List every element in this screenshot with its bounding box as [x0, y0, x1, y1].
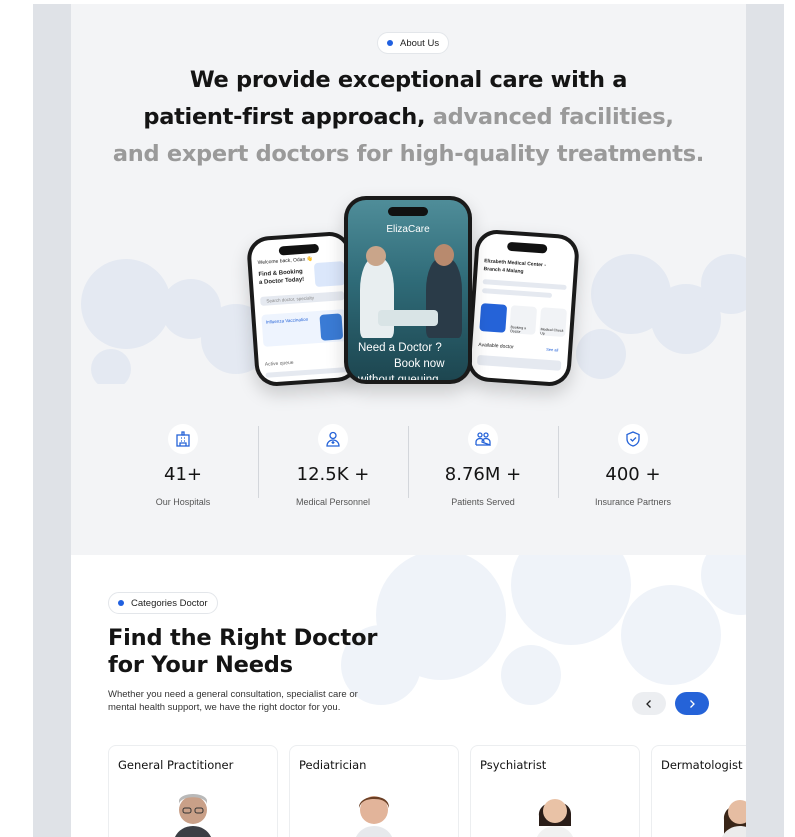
- headline-line-2-muted: advanced facilities,: [425, 104, 674, 130]
- stat-insurance-partners: 400 + Insurance Partners: [558, 424, 708, 514]
- doctor-portrait-image: [356, 796, 392, 837]
- card-title: General Practitioner: [118, 758, 234, 772]
- phone-notch: [278, 243, 320, 256]
- cta-line-1: Need a Doctor ?: [358, 342, 442, 354]
- stat-medical-personnel: 12.5K + Medical Personnel: [258, 424, 408, 514]
- badge-dot-icon: [387, 40, 393, 46]
- badge-dot-icon: [118, 600, 124, 606]
- phone-right-doctor-row: [476, 354, 562, 371]
- phone-left-queue-bar: [265, 366, 350, 378]
- phone-right-tab-1-label: Booking a Doctor: [510, 325, 527, 334]
- page-frame-right: [746, 4, 784, 837]
- doctor-category-card[interactable]: Psychiatrist: [470, 745, 640, 837]
- medical-personnel-icon: [318, 424, 348, 454]
- doctors-section-title: Find the Right Doctor for Your Needs: [108, 625, 377, 679]
- phone-right-screen: Elizabeth Medical Center - Branch 4 Mala…: [470, 232, 576, 384]
- phone-right-tab-2-label: Medical Check Up: [540, 327, 564, 336]
- doctor-head-image: [366, 246, 386, 266]
- about-us-badge: About Us: [377, 32, 450, 54]
- phone-right-info-bar: [481, 288, 553, 298]
- phone-mockup-center: ElizaCare Need a Doctor ? Book now witho…: [344, 196, 472, 384]
- phone-left-section-label: Active queue: [264, 359, 294, 368]
- doctor-category-card[interactable]: General Practitioner: [108, 745, 278, 837]
- phone-mockup-left: Welcome back, Odan 👋 Find & Booking a Do…: [245, 230, 361, 388]
- stat-value: 41+: [164, 464, 202, 485]
- decorative-background-shapes: [341, 555, 746, 705]
- categories-doctor-label: Categories Doctor: [131, 597, 208, 609]
- doctor-portrait-image: [722, 800, 746, 837]
- doctors-title-line-1: Find the Right Doctor: [108, 625, 378, 651]
- phone-right-title-2: Branch 4 Malang: [483, 266, 524, 275]
- phone-center-cta: Need a Doctor ? Book now without queuing: [358, 340, 445, 380]
- patient-head-image: [434, 244, 454, 266]
- app-name: ElizaCare: [386, 224, 430, 235]
- cta-line-3: without queuing: [358, 374, 439, 380]
- stat-label: Insurance Partners: [594, 497, 672, 507]
- about-us-label: About Us: [400, 37, 440, 49]
- patients-icon: [468, 424, 498, 454]
- about-headline: We provide exceptional care with a patie…: [71, 62, 746, 173]
- carousel-prev-button[interactable]: [632, 692, 666, 715]
- card-title: Psychiatrist: [480, 758, 547, 772]
- about-section: About Us We provide exceptional care wit…: [71, 4, 746, 555]
- phone-left-screen: Welcome back, Odan 👋 Find & Booking a Do…: [250, 234, 356, 384]
- chevron-right-icon: [690, 699, 695, 708]
- carousel-next-button[interactable]: [675, 692, 709, 715]
- stat-label: Patients Served: [451, 497, 515, 507]
- categories-doctor-badge: Categories Doctor: [108, 592, 218, 614]
- stats-row: 41+ Our Hospitals 12.5K + Medical Person…: [71, 424, 746, 524]
- headline-line-1: We provide exceptional care with a: [189, 67, 628, 93]
- app-showcase-phones: Welcome back, Odan 👋 Find & Booking a Do…: [245, 194, 581, 388]
- phone-mockup-right: Elizabeth Medical Center - Branch 4 Mala…: [465, 228, 581, 388]
- card-title: Dermatologist: [661, 758, 743, 772]
- chevron-left-icon: [646, 699, 651, 708]
- hospital-icon: [168, 424, 198, 454]
- doctor-category-card[interactable]: Pediatrician: [289, 745, 459, 837]
- doctors-section-description: Whether you need a general consultation,…: [108, 689, 358, 713]
- doctor-portrait-image: [175, 794, 211, 837]
- phone-right-tab-active: [479, 303, 508, 333]
- patient-figure-image: [426, 258, 462, 338]
- phone-left-greeting: Welcome back, Odan 👋: [257, 256, 314, 267]
- cta-line-2: Book now: [394, 358, 445, 370]
- phone-notch: [388, 207, 428, 216]
- doctors-title-line-2: for Your Needs: [108, 652, 293, 678]
- headline-line-3-muted: and expert doctors for high-quality trea…: [112, 141, 705, 167]
- doctor-portrait-image: [537, 799, 573, 837]
- phone-center-screen: ElizaCare Need a Doctor ? Book now witho…: [348, 200, 468, 380]
- stat-value: 12.5K +: [296, 464, 370, 485]
- doctor-categories-section: Categories Doctor Find the Right Doctor …: [71, 555, 746, 837]
- phone-right-section-label: Available doctor: [478, 341, 514, 351]
- stat-hospitals: 41+ Our Hospitals: [108, 424, 258, 514]
- phone-right-see-all: See all: [546, 346, 559, 353]
- phone-notch: [506, 241, 548, 254]
- phone-left-title-2: a Doctor Today!: [258, 276, 305, 286]
- stat-value: 8.76M +: [444, 464, 522, 485]
- doctor-category-card[interactable]: Dermatologist: [651, 745, 746, 837]
- headline-line-2-dark: patient-first approach,: [143, 104, 426, 130]
- stat-value: 400 +: [605, 464, 661, 485]
- exam-bed-image: [378, 310, 438, 326]
- doctor-figure-image: [360, 258, 394, 338]
- phone-left-card-photo: [319, 313, 344, 341]
- page-frame-left: [33, 4, 71, 837]
- stat-label: Medical Personnel: [295, 497, 371, 507]
- phone-left-illustration: [313, 261, 346, 288]
- card-title: Pediatrician: [299, 758, 367, 772]
- shield-icon: [618, 424, 648, 454]
- stat-label: Our Hospitals: [155, 497, 211, 507]
- stat-patients-served: 8.76M + Patients Served: [408, 424, 558, 514]
